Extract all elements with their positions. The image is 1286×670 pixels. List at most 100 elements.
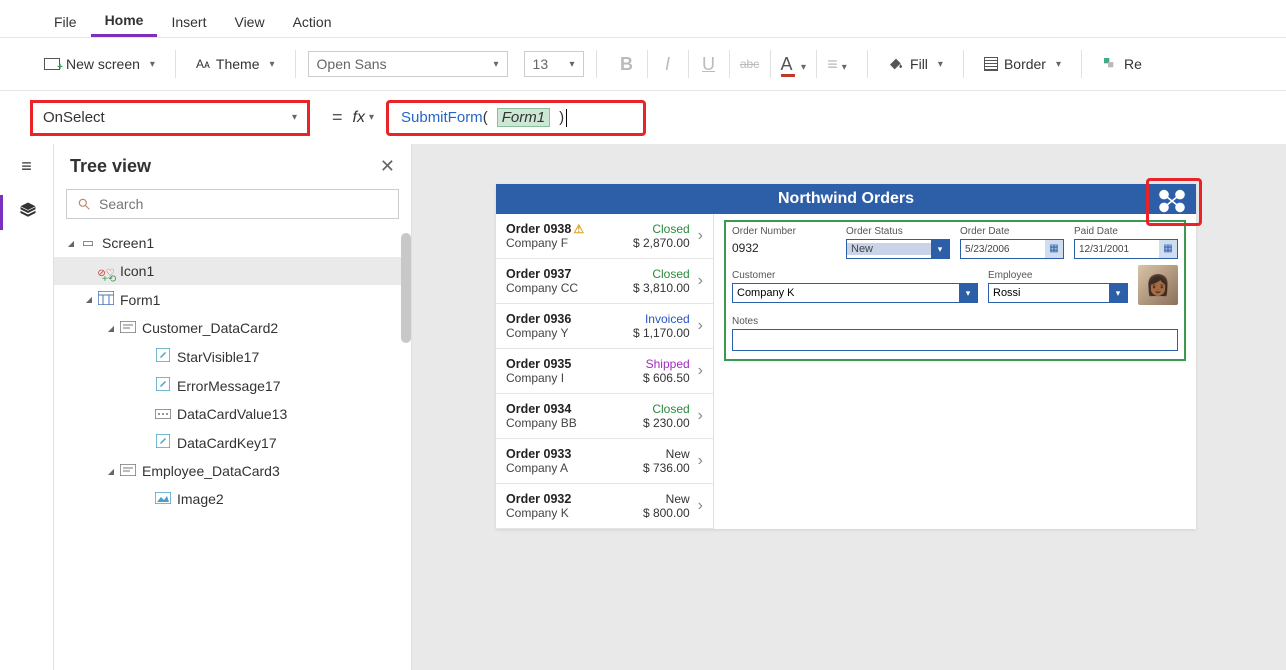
screen-icon bbox=[44, 58, 60, 70]
customer-select[interactable]: Company K▾ bbox=[732, 283, 978, 303]
chevron-down-icon: ▾ bbox=[938, 59, 943, 70]
close-icon[interactable]: ✕ bbox=[380, 156, 395, 177]
hamburger-icon[interactable]: ≡ bbox=[21, 156, 32, 177]
chevron-down-icon: ▾ bbox=[570, 59, 575, 70]
theme-button[interactable]: Aᴀ Theme ▾ bbox=[188, 52, 283, 76]
chevron-down-icon: ▾ bbox=[1056, 59, 1061, 70]
border-button[interactable]: Border ▾ bbox=[976, 52, 1069, 76]
chevron-down-icon: ▾ bbox=[494, 59, 499, 70]
fill-bucket-icon bbox=[888, 56, 904, 72]
tree-item-starvisible17[interactable]: StarVisible17 bbox=[54, 342, 411, 371]
calendar-icon: ▦ bbox=[1045, 240, 1063, 258]
paiddate-value: 12/31/2001 bbox=[1075, 244, 1159, 255]
menu-action[interactable]: Action bbox=[279, 8, 346, 36]
property-select[interactable]: OnSelect ▾ bbox=[30, 100, 310, 136]
chevron-down-icon: ▾ bbox=[959, 284, 977, 302]
chevron-right-icon: › bbox=[698, 227, 703, 245]
chevron-down-icon: ▾ bbox=[150, 59, 155, 70]
order-row[interactable]: Order 0935Company IShipped$ 606.50› bbox=[496, 349, 713, 394]
tree-item-image2[interactable]: Image2 bbox=[54, 485, 411, 513]
underline-button[interactable]: U bbox=[699, 54, 719, 75]
status-label: Order Status bbox=[846, 226, 950, 237]
calendar-icon: ▦ bbox=[1159, 240, 1177, 258]
border-label: Border bbox=[1004, 56, 1046, 72]
fill-button[interactable]: Fill ▾ bbox=[880, 52, 951, 76]
theme-label: Theme bbox=[216, 56, 260, 72]
bold-button[interactable]: B bbox=[617, 54, 637, 75]
tree-item-icon1[interactable]: ⊘♡+⟲Icon1 bbox=[54, 257, 411, 285]
chevron-down-icon: ▾ bbox=[270, 59, 275, 70]
customer-value: Company K bbox=[733, 287, 959, 299]
chevron-down-icon: ▾ bbox=[931, 240, 949, 258]
chevron-down-icon: ▾ bbox=[1109, 284, 1127, 302]
status-select[interactable]: New▾ bbox=[846, 239, 950, 259]
font-value: Open Sans bbox=[317, 56, 387, 72]
ordernum-value: 0932 bbox=[732, 239, 836, 257]
chevron-down-icon[interactable]: ▾ bbox=[369, 112, 374, 123]
order-row[interactable]: Order 0932Company KNew$ 800.00› bbox=[496, 484, 713, 529]
ordernum-label: Order Number bbox=[732, 226, 836, 237]
font-select[interactable]: Open Sans ▾ bbox=[308, 51, 508, 77]
main-area: ≡ Tree view ✕ ◢▭Screen1⊘♡+⟲Icon1◢Form1◢C… bbox=[0, 144, 1286, 670]
app-title: Northwind Orders bbox=[778, 190, 914, 207]
property-name: OnSelect bbox=[43, 109, 105, 126]
left-rail: ≡ bbox=[0, 144, 54, 670]
orderdate-value: 5/23/2006 bbox=[961, 244, 1045, 255]
order-row[interactable]: Order 0936Company YInvoiced$ 1,170.00› bbox=[496, 304, 713, 349]
italic-button[interactable]: I bbox=[658, 54, 678, 75]
form-panel: Order Number0932 Order Status New▾ Order… bbox=[714, 214, 1196, 529]
notes-label: Notes bbox=[732, 316, 758, 327]
menu-view[interactable]: View bbox=[220, 8, 278, 36]
chevron-right-icon: › bbox=[698, 362, 703, 380]
orderdate-input[interactable]: 5/23/2006▦ bbox=[960, 239, 1064, 259]
menu-file[interactable]: File bbox=[40, 8, 91, 36]
paiddate-input[interactable]: 12/31/2001▦ bbox=[1074, 239, 1178, 259]
app-preview: Northwind Orders Order 0938⚠Company FClo… bbox=[496, 184, 1196, 529]
employee-select[interactable]: Rossi▾ bbox=[988, 283, 1128, 303]
chevron-down-icon: ▾ bbox=[801, 62, 806, 73]
order-row[interactable]: Order 0938⚠Company FClosed$ 2,870.00› bbox=[496, 214, 713, 259]
new-screen-button[interactable]: New screen ▾ bbox=[36, 52, 163, 76]
order-row[interactable]: Order 0934Company BBClosed$ 230.00› bbox=[496, 394, 713, 439]
sync-icon[interactable] bbox=[1154, 186, 1190, 216]
tree-item-datacardkey17[interactable]: DataCardKey17 bbox=[54, 428, 411, 457]
tree-view-panel: Tree view ✕ ◢▭Screen1⊘♡+⟲Icon1◢Form1◢Cus… bbox=[54, 144, 412, 670]
order-row[interactable]: Order 0933Company ANew$ 736.00› bbox=[496, 439, 713, 484]
theme-icon: Aᴀ bbox=[196, 57, 210, 71]
layers-icon[interactable] bbox=[19, 201, 37, 224]
tree-item-employee_datacard3[interactable]: ◢Employee_DataCard3 bbox=[54, 457, 411, 485]
app-header: Northwind Orders bbox=[496, 184, 1196, 214]
tree-item-errormessage17[interactable]: ErrorMessage17 bbox=[54, 371, 411, 400]
tree-list: ◢▭Screen1⊘♡+⟲Icon1◢Form1◢Customer_DataCa… bbox=[54, 229, 411, 513]
chevron-right-icon: › bbox=[698, 407, 703, 425]
font-size-select[interactable]: 13 ▾ bbox=[524, 51, 584, 77]
reorder-button[interactable]: Re bbox=[1094, 52, 1150, 76]
strike-button[interactable]: abc bbox=[740, 57, 760, 71]
tree-item-form1[interactable]: ◢Form1 bbox=[54, 285, 411, 314]
fill-label: Fill bbox=[910, 56, 928, 72]
search-field[interactable] bbox=[99, 196, 388, 212]
menu-home[interactable]: Home bbox=[91, 6, 158, 37]
menu-insert[interactable]: Insert bbox=[157, 8, 220, 36]
menu-bar: FileHomeInsertViewAction bbox=[0, 0, 1286, 38]
employee-avatar: 👩🏾 bbox=[1138, 265, 1178, 305]
fx-label: fx bbox=[353, 109, 365, 127]
employee-label: Employee bbox=[988, 270, 1032, 281]
formula-input[interactable]: SubmitForm( Form1 ) bbox=[386, 100, 646, 136]
formula-function: SubmitForm bbox=[401, 109, 483, 126]
tree-item-customer_datacard2[interactable]: ◢Customer_DataCard2 bbox=[54, 314, 411, 342]
chevron-right-icon: › bbox=[698, 317, 703, 335]
order-row[interactable]: Order 0937Company CCClosed$ 3,810.00› bbox=[496, 259, 713, 304]
tree-item-datacardvalue13[interactable]: DataCardValue13 bbox=[54, 400, 411, 428]
paiddate-label: Paid Date bbox=[1074, 226, 1178, 237]
customer-label: Customer bbox=[732, 270, 775, 281]
chevron-right-icon: › bbox=[698, 452, 703, 470]
align-button[interactable]: ≡▾ bbox=[827, 54, 847, 75]
reorder-icon bbox=[1102, 56, 1118, 72]
canvas: Northwind Orders Order 0938⚠Company FClo… bbox=[412, 144, 1286, 670]
search-input[interactable] bbox=[66, 189, 399, 219]
notes-input[interactable] bbox=[732, 329, 1178, 351]
font-color-button[interactable]: A ▾ bbox=[781, 54, 807, 75]
scrollbar-thumb[interactable] bbox=[401, 233, 411, 343]
tree-item-screen1[interactable]: ◢▭Screen1 bbox=[54, 229, 411, 257]
